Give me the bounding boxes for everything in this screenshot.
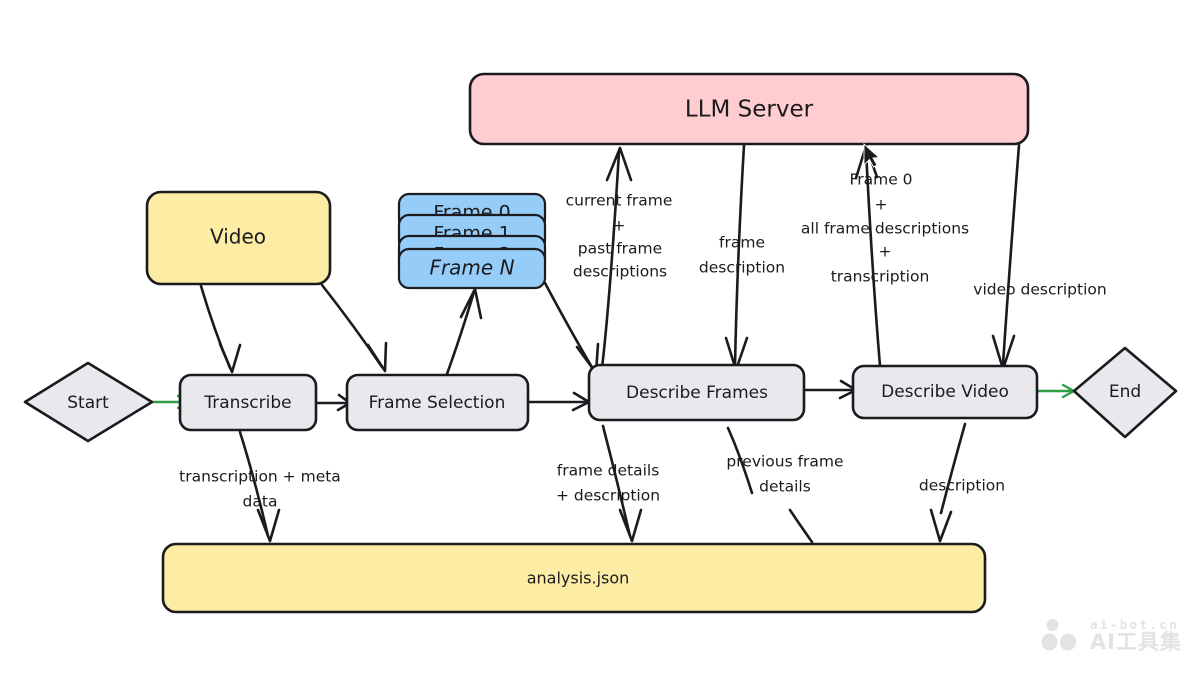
edge-describe-frames-to-analysis-json xyxy=(601,424,643,543)
edge-transcribe-to-frame-selection xyxy=(315,393,352,412)
edge-label-line: description xyxy=(699,259,785,277)
edge-label-line: descriptions xyxy=(573,263,667,281)
edge-label-line: past frame xyxy=(578,240,662,258)
edge-label-line: all frame descriptions xyxy=(801,220,969,238)
edge-label-line: current frame xyxy=(566,192,673,210)
node-describe-video-label: Describe Video xyxy=(881,382,1009,402)
edge-transcribe-to-analysis-json xyxy=(238,430,281,543)
node-end-label: End xyxy=(1109,382,1141,402)
edge-label-line: + xyxy=(879,243,892,261)
node-llm-server[interactable]: LLM Server xyxy=(468,72,1030,146)
edge-frame-selection-to-describe-frames xyxy=(527,391,591,412)
edge-label-line: frame details xyxy=(557,462,660,480)
edge-label-line: details xyxy=(759,478,811,496)
edge-describe-frames-to-describe-video xyxy=(803,379,858,400)
edge-video-to-transcribe xyxy=(199,284,242,374)
node-llm-server-label: LLM Server xyxy=(685,97,814,123)
node-analysis-json-label: analysis.json xyxy=(527,569,630,588)
node-transcribe-label: Transcribe xyxy=(203,393,291,413)
edge-label-line: + description xyxy=(556,487,660,505)
node-start[interactable]: Start xyxy=(23,361,154,443)
edge-label-frame-details-description: frame details + description xyxy=(556,462,660,505)
edge-frame-stack-to-describe-frames xyxy=(543,281,600,375)
frame-stack-layer-3-label: Frame N xyxy=(429,256,514,280)
node-describe-video[interactable]: Describe Video xyxy=(851,364,1039,420)
node-describe-frames[interactable]: Describe Frames xyxy=(587,363,806,422)
node-transcribe[interactable]: Transcribe xyxy=(178,373,318,432)
edge-describe-frames-to-llm-server xyxy=(600,146,633,370)
edge-video-to-frame-selection xyxy=(320,283,388,373)
edge-label-description: description xyxy=(919,477,1005,495)
edge-label-transcription-meta-data: transcription + meta data xyxy=(179,468,341,511)
node-start-label: Start xyxy=(67,393,109,413)
edge-label-line: frame xyxy=(719,234,765,252)
node-describe-frames-label: Describe Frames xyxy=(626,383,768,403)
edge-label-line: previous frame xyxy=(726,453,843,471)
edge-label-line: + xyxy=(613,217,626,235)
edge-label-line: transcription xyxy=(831,268,930,286)
diagram-canvas: LLM Server Video Frame 0 Frame 1 Frame 2… xyxy=(0,0,1200,675)
edge-label-video-description: video description xyxy=(973,281,1106,299)
edge-label-line: Frame 0 xyxy=(849,171,912,189)
edge-label-line: video description xyxy=(973,281,1106,299)
flowchart-svg: LLM Server Video Frame 0 Frame 1 Frame 2… xyxy=(23,72,1178,614)
node-frame-selection[interactable]: Frame Selection xyxy=(345,373,530,432)
node-frame-stack[interactable]: Frame 0 Frame 1 Frame 2 Frame N xyxy=(397,192,547,290)
node-frame-selection-label: Frame Selection xyxy=(369,393,506,413)
edge-label-previous-frame-details: previous frame details xyxy=(726,453,843,496)
edge-llm-server-to-describe-video xyxy=(991,143,1021,371)
edge-label-frame0-all-descriptions-transcription: Frame 0 + all frame descriptions + trans… xyxy=(801,171,969,286)
edge-llm-server-to-describe-frames xyxy=(724,143,749,372)
edge-label-line: description xyxy=(919,477,1005,495)
edge-label-line: + xyxy=(875,196,888,214)
edge-label-line: transcription + meta xyxy=(179,468,341,486)
edge-label-current-frame-past-descriptions: current frame + past frame descriptions xyxy=(566,192,673,281)
edge-describe-video-to-end xyxy=(1036,383,1076,399)
edge-frame-selection-to-frame-stack xyxy=(445,287,483,376)
edge-label-line: data xyxy=(243,493,278,511)
edge-label-frame-description: frame description xyxy=(699,234,785,277)
node-analysis-json[interactable]: analysis.json xyxy=(161,542,987,614)
node-video-label: Video xyxy=(210,225,266,249)
node-end[interactable]: End xyxy=(1072,346,1178,439)
node-video[interactable]: Video xyxy=(145,190,332,286)
